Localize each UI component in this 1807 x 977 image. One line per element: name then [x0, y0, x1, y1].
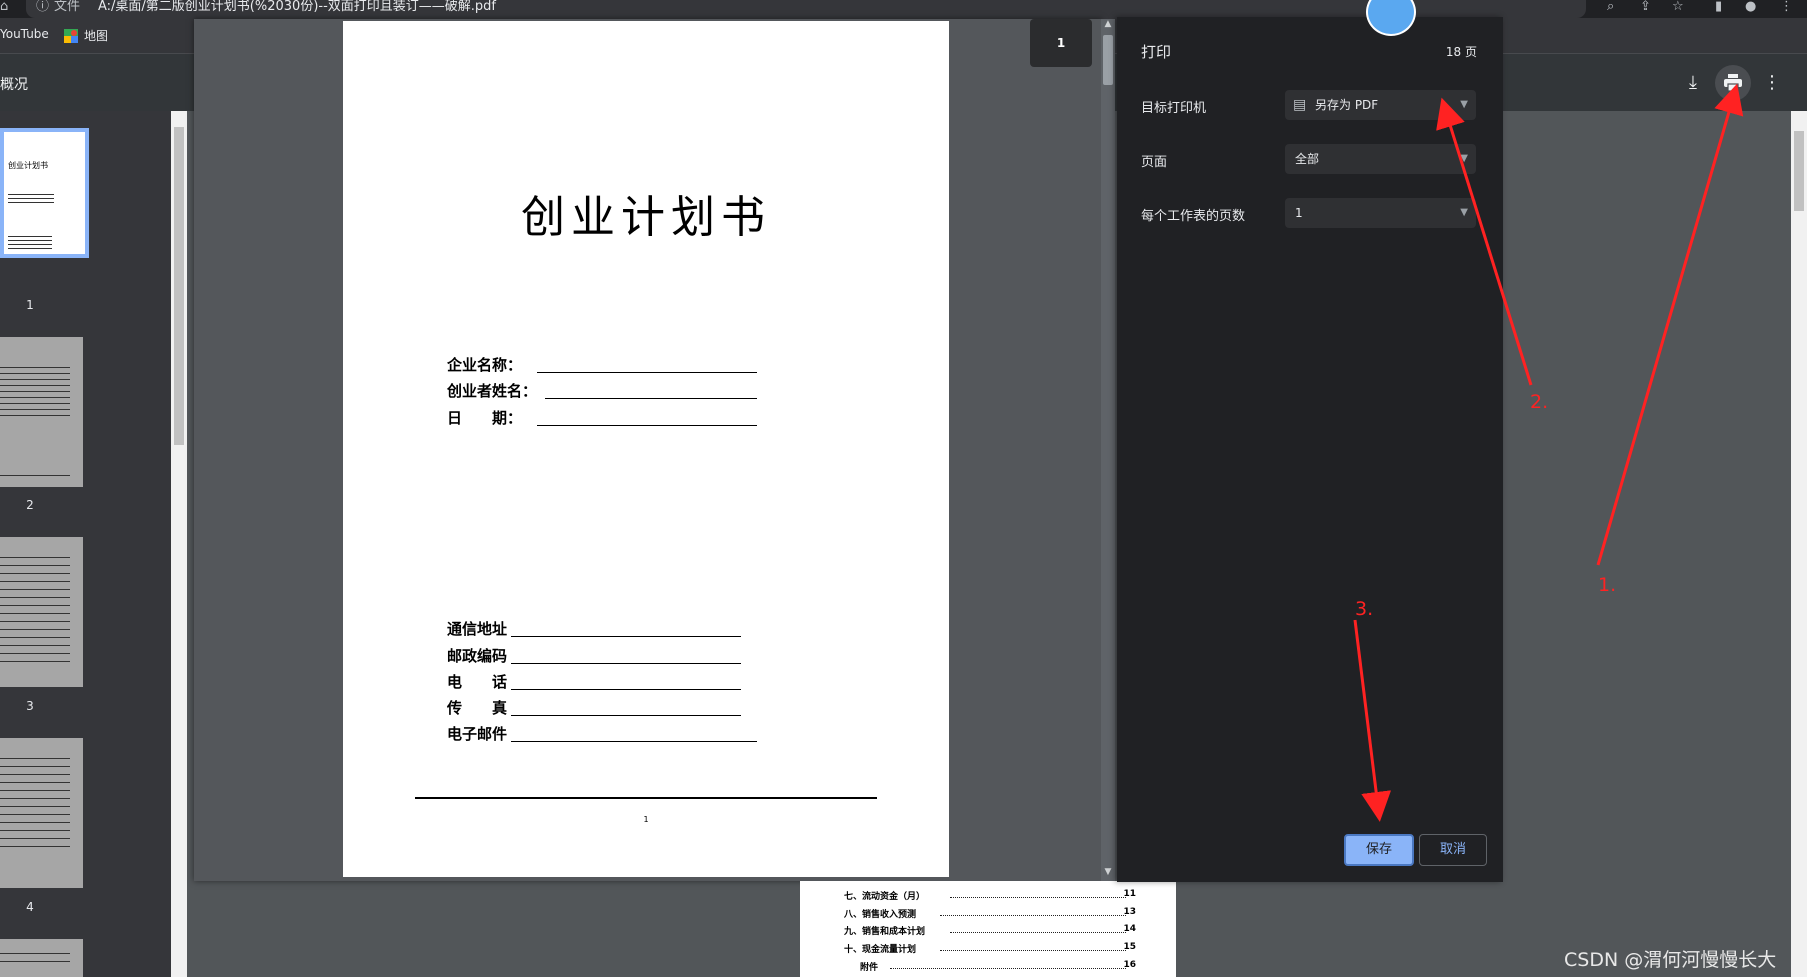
page-indicator: 1 — [1030, 19, 1092, 67]
menu-icon[interactable]: ⋮ — [1780, 0, 1793, 14]
field-address: 通信地址 — [447, 620, 508, 638]
info-icon[interactable]: ⓘ — [36, 0, 49, 14]
sidepanel-icon[interactable]: ▮ — [1715, 0, 1722, 14]
thumbnail-scrollbar[interactable] — [171, 111, 187, 977]
sheet-count: 18 页 — [1445, 45, 1477, 59]
bookmark-maps-label: 地图 — [84, 29, 109, 43]
address-bar[interactable]: ⓘ 文件 A:/桌面/第二版创业计划书(%2030份)--双面打印且装订——破解… — [26, 0, 1586, 18]
bookmark-maps[interactable]: 地图 — [64, 27, 108, 44]
field-phone: 电 话 — [447, 673, 508, 691]
thumbnail-sidebar: 创业计划书 1 2 3 4 — [0, 111, 171, 977]
scroll-down-arrow-icon[interactable]: ▼ — [1101, 867, 1115, 877]
star-icon[interactable]: ☆ — [1672, 0, 1684, 14]
thumbnail-page-3[interactable] — [0, 537, 83, 687]
print-button[interactable] — [1715, 65, 1751, 101]
save-button[interactable]: 保存 — [1344, 834, 1414, 866]
destination-label: 目标打印机 — [1141, 101, 1207, 116]
pages-label: 页面 — [1141, 155, 1168, 170]
thumbnail-number-1: 1 — [26, 298, 34, 312]
toc-page: 13 — [1123, 907, 1136, 917]
thumbnail-page-5[interactable] — [0, 939, 83, 977]
field-founder-name: 创业者姓名： — [447, 382, 538, 400]
toc-item: 八、销售收入预测 — [844, 910, 917, 920]
profile-icon[interactable]: ● — [1745, 0, 1756, 14]
annotation-step-3: 3. — [1355, 598, 1374, 620]
toc-item: 十、现金流量计划 — [844, 945, 917, 955]
preview-scroll-handle[interactable] — [1103, 35, 1113, 85]
file-label: 文件 — [54, 0, 81, 14]
printer-icon — [1724, 74, 1742, 92]
destination-select[interactable]: ▤ 另存为 PDF ▼ — [1285, 90, 1476, 120]
field-fax: 传 真 — [447, 699, 508, 717]
footer-rule — [415, 797, 877, 799]
thumbnail-scroll-handle[interactable] — [174, 127, 184, 445]
toc-item: 七、流动资金（月） — [844, 892, 926, 902]
share-icon[interactable]: ⇪ — [1640, 0, 1651, 14]
field-company-name: 企业名称： — [447, 356, 523, 374]
chevron-down-icon: ▼ — [1460, 153, 1468, 164]
pages-per-sheet-value: 1 — [1295, 206, 1303, 220]
pages-value: 全部 — [1295, 152, 1320, 166]
field-date: 日 期： — [447, 409, 523, 427]
cancel-button[interactable]: 取消 — [1419, 834, 1487, 866]
thumbnail-page-2[interactable] — [0, 337, 83, 487]
annotation-step-2: 2. — [1530, 391, 1549, 413]
chevron-down-icon: ▼ — [1460, 99, 1468, 110]
maps-icon — [64, 28, 78, 43]
pages-per-sheet-label: 每个工作表的页数 — [1141, 209, 1246, 224]
thumbnail-page-1[interactable]: 创业计划书 — [0, 128, 89, 258]
bookmark-youtube-label: YouTube — [0, 27, 49, 41]
thumbnail-number-4: 4 — [26, 900, 34, 914]
main-scroll-handle[interactable] — [1794, 131, 1804, 211]
toc-item: 附件 — [860, 963, 879, 973]
thumbnail-page-4[interactable] — [0, 738, 83, 888]
pages-select[interactable]: 全部 ▼ — [1285, 144, 1476, 174]
page-footer-number: 1 — [643, 815, 649, 824]
thumbnail-number-3: 3 — [26, 699, 34, 713]
download-icon[interactable]: ⤓ — [1676, 68, 1710, 98]
zoom-icon[interactable]: ⌕ — [1607, 0, 1614, 14]
address-text[interactable]: A:/桌面/第二版创业计划书(%2030份)--双面打印且装订——破解.pdf — [98, 0, 496, 14]
thumbnail-number-2: 2 — [26, 498, 34, 512]
csdn-watermark: CSDN @渭何河慢慢长大 — [1564, 949, 1777, 971]
bookmark-youtube[interactable]: YouTube — [0, 27, 49, 41]
document-icon: ▤ — [1293, 97, 1307, 113]
browser-top-bar: ⌂ ⓘ 文件 A:/桌面/第二版创业计划书(%2030份)--双面打印且装订——… — [0, 0, 1807, 18]
more-options-icon[interactable]: ⋮ — [1755, 68, 1789, 98]
sidebar-title: 概况 — [0, 77, 28, 93]
pdf-page-2-partial: 七、流动资金（月） 11 八、销售收入预测 13 九、销售和成本计划 14 十、… — [800, 881, 1176, 977]
scroll-up-arrow-icon[interactable]: ▲ — [1101, 19, 1115, 29]
toc-page: 14 — [1123, 924, 1136, 934]
thumbnail-title: 创业计划书 — [8, 161, 48, 170]
toc-page: 15 — [1123, 942, 1136, 952]
toc-item: 九、销售和成本计划 — [844, 927, 926, 937]
pdf-page-1-preview: 创业计划书 企业名称： 创业者姓名： 日 期： 通信地址 邮政编码 电 话 传 … — [343, 21, 949, 877]
preview-scrollbar[interactable]: ▲ ▼ — [1101, 19, 1115, 881]
toc-page: 11 — [1123, 889, 1136, 899]
chevron-down-icon: ▼ — [1460, 207, 1468, 218]
print-dialog: 打印 18 页 目标打印机 ▤ 另存为 PDF ▼ 页面 全部 ▼ 每个工作表的… — [1117, 17, 1503, 882]
destination-value: 另存为 PDF — [1315, 98, 1379, 112]
pages-per-sheet-select[interactable]: 1 ▼ — [1285, 198, 1476, 228]
annotation-step-1: 1. — [1598, 574, 1617, 596]
field-email: 电子邮件 — [447, 725, 508, 743]
print-dialog-title: 打印 — [1141, 43, 1172, 61]
toc-page: 16 — [1123, 960, 1136, 970]
field-postcode: 邮政编码 — [447, 647, 508, 665]
document-title: 创业计划书 — [521, 192, 771, 243]
home-icon[interactable]: ⌂ — [0, 0, 8, 14]
main-scrollbar[interactable] — [1791, 111, 1807, 977]
